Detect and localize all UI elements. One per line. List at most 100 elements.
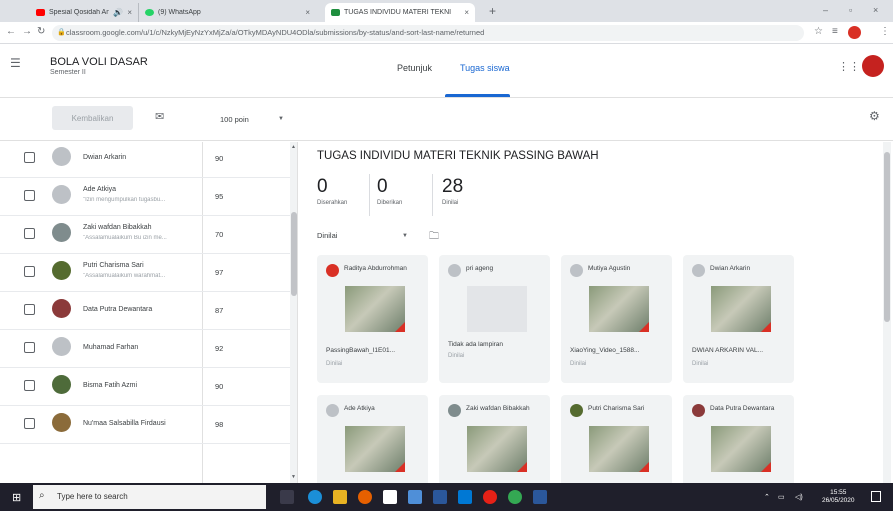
student-row[interactable]: Putri Charisma Sari "Assalamualaikum wara… [0, 254, 290, 292]
student-checkbox[interactable] [24, 380, 35, 391]
taskbar-search-box[interactable]: ⌕ Type here to search [33, 485, 266, 509]
bookmark-star-icon[interactable]: ☆ [814, 26, 823, 37]
scrollbar-thumb[interactable] [291, 212, 297, 296]
student-checkbox[interactable] [24, 266, 35, 277]
tray-chevron-icon[interactable]: ⌃ [764, 493, 770, 501]
attachment-name[interactable]: PassingBawah_I1E01... [326, 347, 395, 354]
student-checkbox[interactable] [24, 152, 35, 163]
submission-card[interactable]: Dwian Arkarin DWIAN ARKARIN VAL... Dinilai [683, 255, 794, 383]
hamburger-menu-icon[interactable]: ☰ [10, 56, 21, 70]
address-bar[interactable]: 🔒 classroom.google.com/u/1/c/NzkyMjEyNzY… [52, 25, 804, 41]
notification-icon[interactable] [871, 491, 881, 502]
student-name[interactable]: Bisma Fatih Azmi [83, 382, 137, 389]
student-grade[interactable]: 87 [215, 306, 223, 315]
attachment-name[interactable]: XiaoYing_Video_1588... [570, 347, 639, 354]
submission-card[interactable]: Data Putra Dewantara [683, 395, 794, 483]
browser-tab-classroom[interactable]: TUGAS INDIVIDU MATERI TEKNI × [325, 3, 475, 22]
student-name[interactable]: Data Putra Dewantara [83, 306, 152, 313]
windows-start-icon[interactable]: ⊞ [12, 491, 21, 504]
student-name[interactable]: Nu'maa Salsabilla Firdausi [83, 420, 166, 427]
student-grade[interactable]: 97 [215, 268, 223, 277]
status-filter-select[interactable]: Dinilai [317, 231, 337, 240]
store-icon[interactable] [333, 490, 347, 504]
reload-icon[interactable]: ↻ [37, 26, 45, 37]
mail-app-icon[interactable] [458, 490, 472, 504]
return-button[interactable]: Kembalikan [52, 106, 133, 130]
attachment-thumbnail[interactable] [467, 286, 527, 332]
attachment-thumbnail[interactable] [345, 426, 405, 472]
student-row[interactable]: Bisma Fatih Azmi 90 [0, 368, 290, 406]
submission-card[interactable]: Ade AtkiyaTak berjudul_540p_1... [317, 395, 428, 483]
student-checkbox[interactable] [24, 342, 35, 353]
tab-tugas-siswa[interactable]: Tugas siswa [460, 63, 510, 73]
scroll-up-icon[interactable]: ▲ [291, 144, 296, 150]
close-tab-icon[interactable]: × [464, 8, 469, 17]
attachment-name[interactable]: DWIAN ARKARIN VAL... [692, 347, 763, 354]
battery-icon[interactable]: ▭ [778, 493, 785, 501]
email-icon[interactable]: ✉ [155, 110, 164, 123]
back-icon[interactable]: ← [6, 26, 16, 37]
photos-icon[interactable] [433, 490, 447, 504]
attachment-thumbnail[interactable] [589, 286, 649, 332]
browser-tab-whatsapp[interactable]: (9) WhatsApp × [138, 3, 316, 22]
chrome-icon[interactable] [508, 490, 522, 504]
student-row[interactable]: Data Putra Dewantara 87 [0, 292, 290, 330]
attachment-thumbnail[interactable] [711, 426, 771, 472]
submission-card[interactable]: pri ageng Tidak ada lampiran Dinilai [439, 255, 550, 383]
stat-diberikan[interactable]: 0 Diberikan [377, 176, 402, 216]
student-grade[interactable]: 90 [215, 382, 223, 391]
chevron-down-icon[interactable]: ▼ [278, 116, 284, 122]
forward-icon[interactable]: → [22, 26, 32, 37]
scrollbar-track[interactable] [290, 142, 297, 483]
chevron-down-icon[interactable]: ▼ [402, 233, 408, 239]
attachment-thumbnail[interactable] [589, 426, 649, 472]
reading-list-icon[interactable]: ≡ [832, 26, 838, 37]
new-tab-button[interactable]: + [489, 4, 496, 18]
student-name[interactable]: Muhamad Farhan [83, 344, 138, 351]
amazon-icon[interactable] [383, 490, 397, 504]
tab-petunjuk[interactable]: Petunjuk [397, 63, 432, 73]
audio-icon[interactable]: 🔊 [113, 8, 123, 17]
opera-icon[interactable] [483, 490, 497, 504]
account-avatar[interactable] [862, 55, 884, 77]
scroll-down-icon[interactable]: ▼ [291, 474, 296, 480]
gear-icon[interactable]: ⚙ [869, 109, 880, 123]
volume-icon[interactable]: ◁) [795, 493, 803, 501]
student-name[interactable]: Ade Atkiya [83, 186, 116, 193]
student-name[interactable]: Zaki wafdan Bibakkah [83, 224, 151, 231]
student-grade[interactable]: 70 [215, 230, 223, 239]
course-title[interactable]: BOLA VOLI DASAR [50, 56, 148, 68]
submission-card[interactable]: Raditya Abdurrohman PassingBawah_I1E01...… [317, 255, 428, 383]
browser-menu-icon[interactable]: ⋮ [880, 26, 890, 37]
folder-icon[interactable]: 🗀 [429, 229, 439, 246]
attachment-name[interactable]: Tidak ada lampiran [448, 341, 503, 348]
taskbar-clock[interactable]: 15:55 26/05/2020 [822, 489, 855, 505]
attachment-thumbnail[interactable] [711, 286, 771, 332]
student-grade[interactable]: 90 [215, 154, 223, 163]
browser-tab-youtube[interactable]: Spesial Qosidah Anak - Haci 🔊 × [30, 3, 138, 22]
student-checkbox[interactable] [24, 228, 35, 239]
student-name[interactable]: Dwian Arkarin [83, 154, 126, 161]
close-window-icon[interactable]: × [873, 5, 878, 15]
stat-diserahkan[interactable]: 0 Diserahkan [317, 176, 347, 216]
scrollbar-thumb[interactable] [884, 152, 890, 322]
student-grade[interactable]: 98 [215, 420, 223, 429]
minimize-icon[interactable]: – [823, 5, 828, 15]
attachment-thumbnail[interactable] [467, 426, 527, 472]
edge-icon[interactable] [308, 490, 322, 504]
student-row[interactable]: Ade Atkiya "Izin mengumpulkan tugasbu... 9… [0, 178, 290, 216]
student-checkbox[interactable] [24, 418, 35, 429]
student-grade[interactable]: 92 [215, 344, 223, 353]
firefox-icon[interactable] [358, 490, 372, 504]
attachment-thumbnail[interactable] [345, 286, 405, 332]
points-select[interactable]: 100 poin [220, 115, 249, 124]
stat-dinilai[interactable]: 28 Dinilai [442, 176, 463, 216]
student-checkbox[interactable] [24, 190, 35, 201]
student-grade[interactable]: 95 [215, 192, 223, 201]
maximize-icon[interactable]: ▫ [849, 5, 852, 15]
student-row[interactable]: Muhamad Farhan 92 [0, 330, 290, 368]
student-name[interactable]: Putri Charisma Sari [83, 262, 144, 269]
files-icon[interactable] [408, 490, 422, 504]
student-row[interactable]: Nu'maa Salsabilla Firdausi 98 [0, 406, 290, 444]
close-tab-icon[interactable]: × [305, 8, 310, 17]
